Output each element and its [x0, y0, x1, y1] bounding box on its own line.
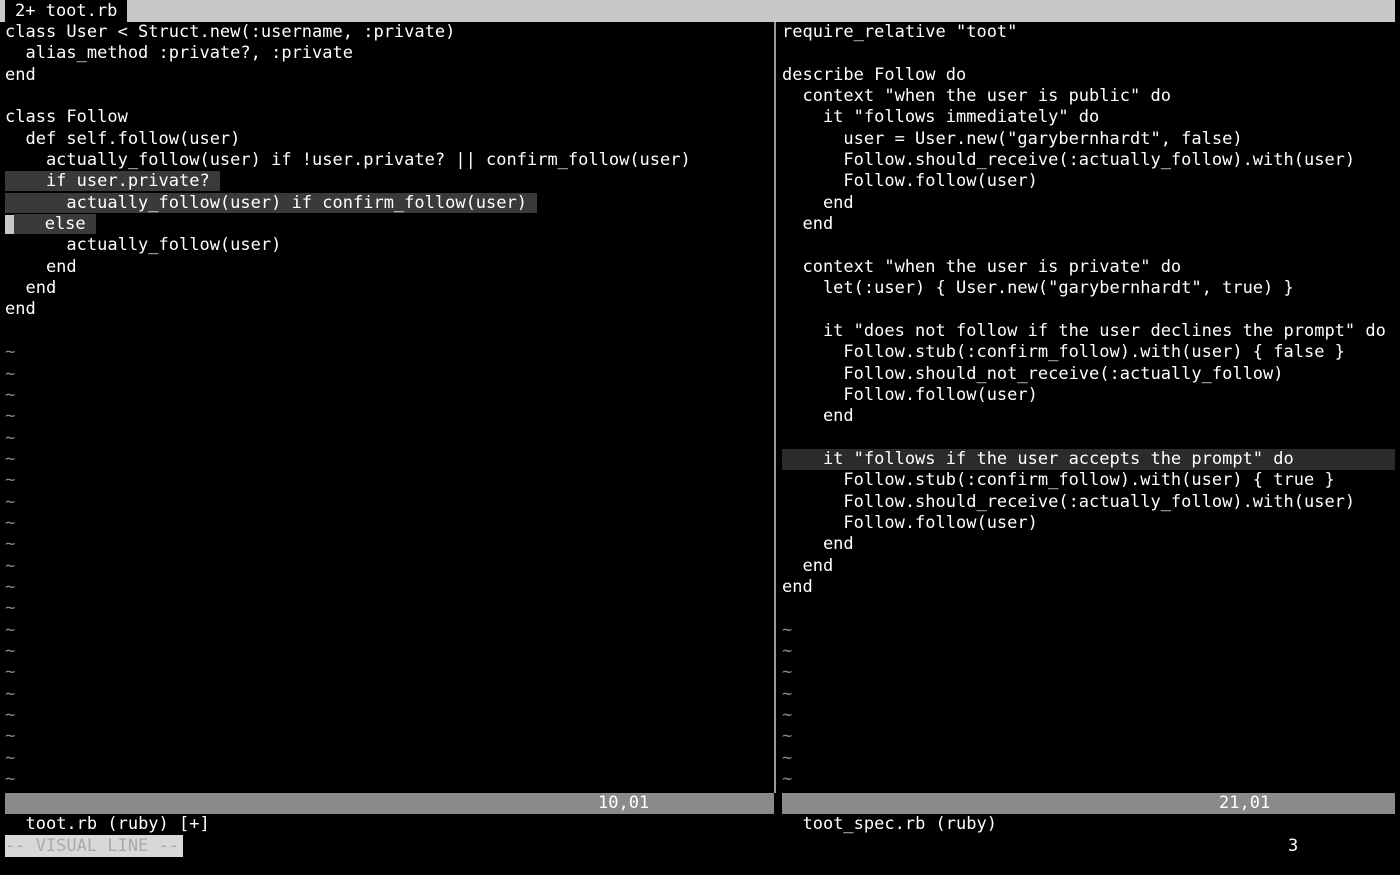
- code-line[interactable]: end: [782, 406, 1395, 427]
- empty-line-marker[interactable]: ~: [5, 662, 773, 683]
- code-line[interactable]: Follow.should_receive(:actually_follow).…: [782, 150, 1395, 171]
- code-line[interactable]: [782, 428, 1395, 449]
- empty-line-marker[interactable]: ~: [5, 406, 773, 427]
- empty-line-marker[interactable]: ~: [782, 684, 1395, 705]
- right-status-filename: toot_spec.rb (ruby): [802, 814, 997, 834]
- code-line[interactable]: if user.private?: [5, 171, 773, 192]
- empty-line-marker[interactable]: ~: [5, 556, 773, 577]
- selection-count: 3: [1288, 836, 1299, 856]
- code-line[interactable]: def self.follow(user): [5, 129, 773, 150]
- empty-line-marker[interactable]: ~: [782, 620, 1395, 641]
- empty-line-marker[interactable]: ~: [5, 769, 773, 790]
- empty-line-marker[interactable]: ~: [5, 470, 773, 491]
- tab-toot-rb[interactable]: 2+ toot.rb: [5, 0, 128, 22]
- code-line[interactable]: describe Follow do: [782, 65, 1395, 86]
- code-line[interactable]: [5, 86, 773, 107]
- code-line[interactable]: Follow.should_not_receive(:actually_foll…: [782, 364, 1395, 385]
- code-line[interactable]: end: [5, 299, 773, 320]
- code-line[interactable]: user = User.new("garybernhardt", false): [782, 129, 1395, 150]
- empty-line-marker[interactable]: ~: [5, 492, 773, 513]
- empty-line-marker[interactable]: ~: [782, 662, 1395, 683]
- empty-line-marker[interactable]: ~: [5, 684, 773, 705]
- code-line[interactable]: end: [782, 214, 1395, 235]
- code-line[interactable]: [782, 43, 1395, 64]
- code-line[interactable]: Follow.follow(user): [782, 171, 1395, 192]
- empty-line-marker[interactable]: ~: [5, 534, 773, 555]
- left-status-filename: toot.rb (ruby) [+]: [25, 814, 210, 834]
- empty-line-marker[interactable]: ~: [5, 364, 773, 385]
- empty-line-marker[interactable]: ~: [5, 577, 773, 598]
- left-status-position: 10,01: [598, 793, 650, 813]
- empty-line-marker[interactable]: ~: [5, 598, 773, 619]
- empty-line-marker[interactable]: ~: [5, 641, 773, 662]
- empty-line-marker[interactable]: ~: [782, 641, 1395, 662]
- right-statusline: toot_spec.rb (ruby) 21,01: [782, 793, 1395, 834]
- empty-line-marker[interactable]: ~: [782, 705, 1395, 726]
- visual-selection: actually_follow(user) if confirm_follow(…: [5, 192, 538, 213]
- left-statusline: toot.rb (ruby) [+] 10,01: [5, 793, 774, 834]
- code-line[interactable]: it "follows immediately" do: [782, 107, 1395, 128]
- empty-line-marker[interactable]: ~: [5, 620, 773, 641]
- code-line[interactable]: Follow.should_receive(:actually_follow).…: [782, 492, 1395, 513]
- tabline: 2+ toot.rb: [0, 0, 1395, 22]
- text-cursor: [5, 214, 14, 234]
- empty-line-marker[interactable]: ~: [5, 513, 773, 534]
- code-line[interactable]: [782, 299, 1395, 320]
- code-line[interactable]: context "when the user is private" do: [782, 257, 1395, 278]
- right-editor-pane[interactable]: require_relative "toot" describe Follow d…: [782, 22, 1395, 793]
- code-line[interactable]: end: [5, 65, 773, 86]
- code-line[interactable]: [782, 598, 1395, 619]
- empty-line-marker[interactable]: ~: [5, 342, 773, 363]
- code-line[interactable]: class Follow: [5, 107, 773, 128]
- vertical-split-divider[interactable]: [774, 22, 781, 793]
- code-line[interactable]: alias_method :private?, :private: [5, 43, 773, 64]
- code-line[interactable]: Follow.stub(:confirm_follow).with(user) …: [782, 470, 1395, 491]
- left-editor-pane[interactable]: class User < Struct.new(:username, :priv…: [5, 22, 773, 793]
- code-line[interactable]: let(:user) { User.new("garybernhardt", t…: [782, 278, 1395, 299]
- empty-line-marker[interactable]: ~: [5, 726, 773, 747]
- code-line[interactable]: Follow.follow(user): [782, 385, 1395, 406]
- code-line[interactable]: end: [782, 193, 1395, 214]
- empty-line-marker[interactable]: ~: [782, 726, 1395, 747]
- code-line[interactable]: it "follows if the user accepts the prom…: [782, 448, 1395, 471]
- code-line[interactable]: end: [5, 257, 773, 278]
- code-line[interactable]: [5, 321, 773, 342]
- code-line[interactable]: context "when the user is public" do: [782, 86, 1395, 107]
- empty-line-marker[interactable]: ~: [5, 428, 773, 449]
- mode-indicator: -- VISUAL LINE --: [5, 835, 183, 857]
- visual-selection: else: [14, 214, 96, 235]
- empty-line-marker[interactable]: ~: [5, 449, 773, 470]
- code-line[interactable]: else: [5, 214, 773, 235]
- empty-line-marker[interactable]: ~: [782, 769, 1395, 790]
- empty-line-marker[interactable]: ~: [5, 385, 773, 406]
- code-line[interactable]: Follow.follow(user): [782, 513, 1395, 534]
- right-status-position: 21,01: [1219, 793, 1271, 813]
- code-line[interactable]: it "does not follow if the user declines…: [782, 321, 1395, 342]
- empty-line-marker[interactable]: ~: [5, 748, 773, 769]
- code-line[interactable]: [782, 235, 1395, 256]
- code-line[interactable]: actually_follow(user) if confirm_follow(…: [5, 192, 773, 214]
- code-line[interactable]: require_relative "toot": [782, 22, 1395, 43]
- code-line[interactable]: end: [782, 556, 1395, 577]
- code-line[interactable]: class User < Struct.new(:username, :priv…: [5, 22, 773, 43]
- empty-line-marker[interactable]: ~: [782, 748, 1395, 769]
- visual-selection: if user.private?: [5, 171, 220, 192]
- empty-line-marker[interactable]: ~: [5, 705, 773, 726]
- code-line[interactable]: Follow.stub(:confirm_follow).with(user) …: [782, 342, 1395, 363]
- code-line[interactable]: actually_follow(user): [5, 235, 773, 256]
- code-line[interactable]: end: [5, 278, 773, 299]
- code-line[interactable]: actually_follow(user) if !user.private? …: [5, 150, 773, 171]
- code-line[interactable]: end: [782, 534, 1395, 555]
- code-line[interactable]: end: [782, 577, 1395, 598]
